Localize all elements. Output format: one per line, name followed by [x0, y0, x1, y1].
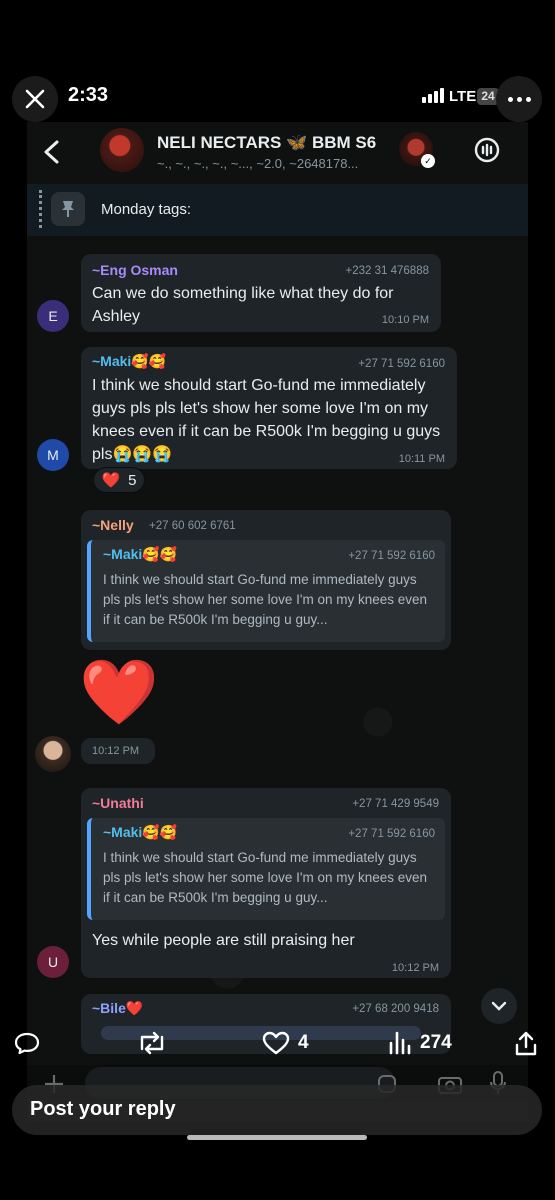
reaction-count: 5: [128, 471, 137, 489]
avatar[interactable]: M: [37, 439, 69, 471]
message-time: 10:12 PM: [391, 962, 439, 974]
message-text: Yes while people are still praising her: [92, 932, 355, 949]
quoted-message[interactable]: ~Maki🥰🥰 +27 71 592 6160 I think we shoul…: [87, 540, 445, 642]
share-icon: [515, 1031, 537, 1056]
quoted-sender: ~Maki🥰🥰: [103, 546, 178, 562]
back-arrow-icon[interactable]: [39, 138, 65, 166]
chat-header: NELI NECTARS 🦋 BBM S6 ~., ~., ~., ~., ~.…: [27, 122, 528, 182]
network-label: LTE: [449, 88, 477, 105]
avatar[interactable]: [35, 736, 71, 772]
scroll-down-button[interactable]: [481, 988, 517, 1024]
sender-phone: +27 60 602 6761: [149, 520, 236, 532]
close-icon: [25, 89, 45, 109]
heart-icon: ❤️: [101, 472, 121, 489]
group-avatar[interactable]: [100, 128, 144, 172]
quoted-text: I think we should start Go-fund me immed…: [103, 850, 428, 905]
sender-phone: +27 71 429 9549: [352, 798, 439, 810]
heart-sticker[interactable]: ❤️: [79, 654, 159, 730]
voice-chat-icon[interactable]: [473, 136, 501, 164]
message-bubble[interactable]: ~Nelly +27 60 602 6761 ~Maki🥰🥰 +27 71 59…: [81, 510, 451, 650]
views-icon: [389, 1031, 411, 1055]
avatar[interactable]: E: [37, 300, 69, 332]
more-options-button[interactable]: [496, 76, 542, 122]
repost-action[interactable]: [136, 1031, 168, 1055]
quoted-text: I think we should start Go-fund me immed…: [103, 572, 428, 627]
avatar[interactable]: U: [37, 946, 69, 978]
reply-input[interactable]: Post your reply: [12, 1085, 542, 1135]
group-members: ~., ~., ~., ~., ~..., ~2.0, ~2648178...: [157, 156, 359, 171]
like-count: 4: [298, 1032, 309, 1053]
status-time: 2:33: [68, 84, 109, 106]
message-time: 10:11 PM: [398, 453, 445, 465]
close-button[interactable]: [12, 76, 58, 122]
sender-phone: +232 31 476888: [345, 265, 429, 277]
post-actions: 4 274: [0, 1025, 555, 1065]
message-time: 10:12 PM: [92, 745, 140, 757]
quoted-phone: +27 71 592 6160: [348, 550, 435, 562]
home-indicator[interactable]: [187, 1135, 367, 1140]
share-action[interactable]: [514, 1031, 538, 1057]
sender-name[interactable]: ~Unathi: [92, 795, 144, 811]
reply-action[interactable]: [14, 1031, 40, 1055]
sender-name[interactable]: ~Eng Osman: [92, 262, 178, 278]
views-count: 274: [420, 1032, 452, 1053]
sender-phone: +27 68 200 9418: [352, 1003, 439, 1015]
message-text: I think we should start Go-fund me immed…: [92, 377, 441, 463]
sender-name[interactable]: ~Bile❤️: [92, 1000, 143, 1017]
signal-icon: [422, 88, 444, 103]
group-title[interactable]: NELI NECTARS 🦋 BBM S6: [157, 133, 376, 153]
chevron-down-icon: [491, 1001, 507, 1011]
time-chip: 10:12 PM: [81, 738, 155, 764]
chat-screenshot: NELI NECTARS 🦋 BBM S6 ~., ~., ~., ~., ~.…: [27, 122, 528, 1122]
views-action[interactable]: 274: [388, 1031, 452, 1055]
repost-icon: [140, 1031, 164, 1055]
heart-icon: [262, 1031, 290, 1055]
reply-icon: [14, 1032, 40, 1055]
quoted-sender: ~Maki🥰🥰: [103, 824, 178, 840]
reaction-badge[interactable]: ❤️ 5: [93, 467, 145, 493]
message-bubble[interactable]: ~Unathi +27 71 429 9549 ~Maki🥰🥰 +27 71 5…: [81, 788, 451, 978]
message-bubble[interactable]: ~Eng Osman +232 31 476888 Can we do some…: [81, 254, 441, 332]
status-avatar[interactable]: ✓: [399, 132, 435, 168]
message-time: 10:10 PM: [381, 314, 429, 326]
quoted-message[interactable]: ~Maki🥰🥰 +27 71 592 6160 I think we shoul…: [87, 818, 445, 920]
pinned-message-bar[interactable]: Monday tags:: [27, 184, 528, 236]
sender-phone: +27 71 592 6160: [358, 358, 445, 370]
like-action[interactable]: 4: [262, 1031, 309, 1055]
sender-name[interactable]: ~Maki🥰🥰: [92, 353, 166, 370]
sender-name[interactable]: ~Nelly: [92, 517, 134, 533]
reply-placeholder: Post your reply: [30, 1098, 176, 1120]
quoted-phone: +27 71 592 6160: [348, 828, 435, 840]
pin-icon: [51, 192, 85, 226]
message-bubble[interactable]: ~Maki🥰🥰 +27 71 592 6160 I think we shoul…: [81, 347, 457, 469]
pinned-text: Monday tags:: [101, 201, 192, 218]
